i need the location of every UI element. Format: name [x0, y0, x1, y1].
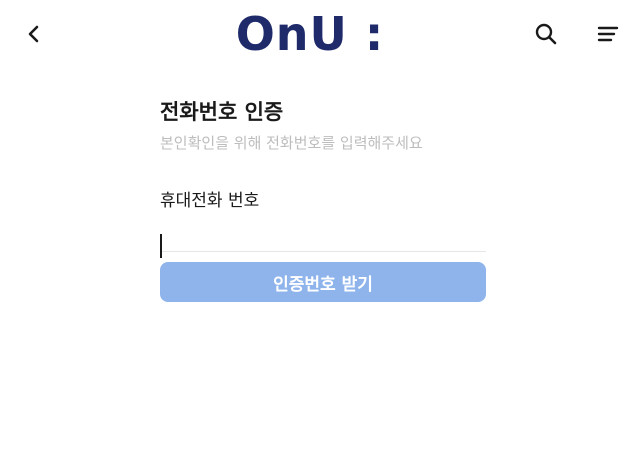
search-icon	[535, 23, 557, 45]
chevron-left-icon	[28, 25, 39, 43]
phone-label: 휴대전화 번호	[160, 191, 260, 211]
menu-icon	[597, 26, 619, 42]
back-button[interactable]	[20, 20, 48, 48]
text-caret	[160, 234, 162, 258]
brand-logo[interactable]: OnU :	[230, 6, 390, 62]
page-title: 전화번호 인증	[160, 100, 284, 124]
verification-form: 전화번호 인증 본인확인을 위해 전화번호를 입력해주세요 휴대전화 번호 인증…	[160, 96, 486, 302]
menu-button[interactable]	[594, 20, 622, 48]
app-header: OnU :	[0, 0, 640, 68]
phone-input[interactable]	[160, 218, 486, 252]
page-subtitle: 본인확인을 위해 전화번호를 입력해주세요	[160, 134, 423, 152]
request-code-button[interactable]: 인증번호 받기	[160, 262, 486, 302]
search-button[interactable]	[532, 20, 560, 48]
